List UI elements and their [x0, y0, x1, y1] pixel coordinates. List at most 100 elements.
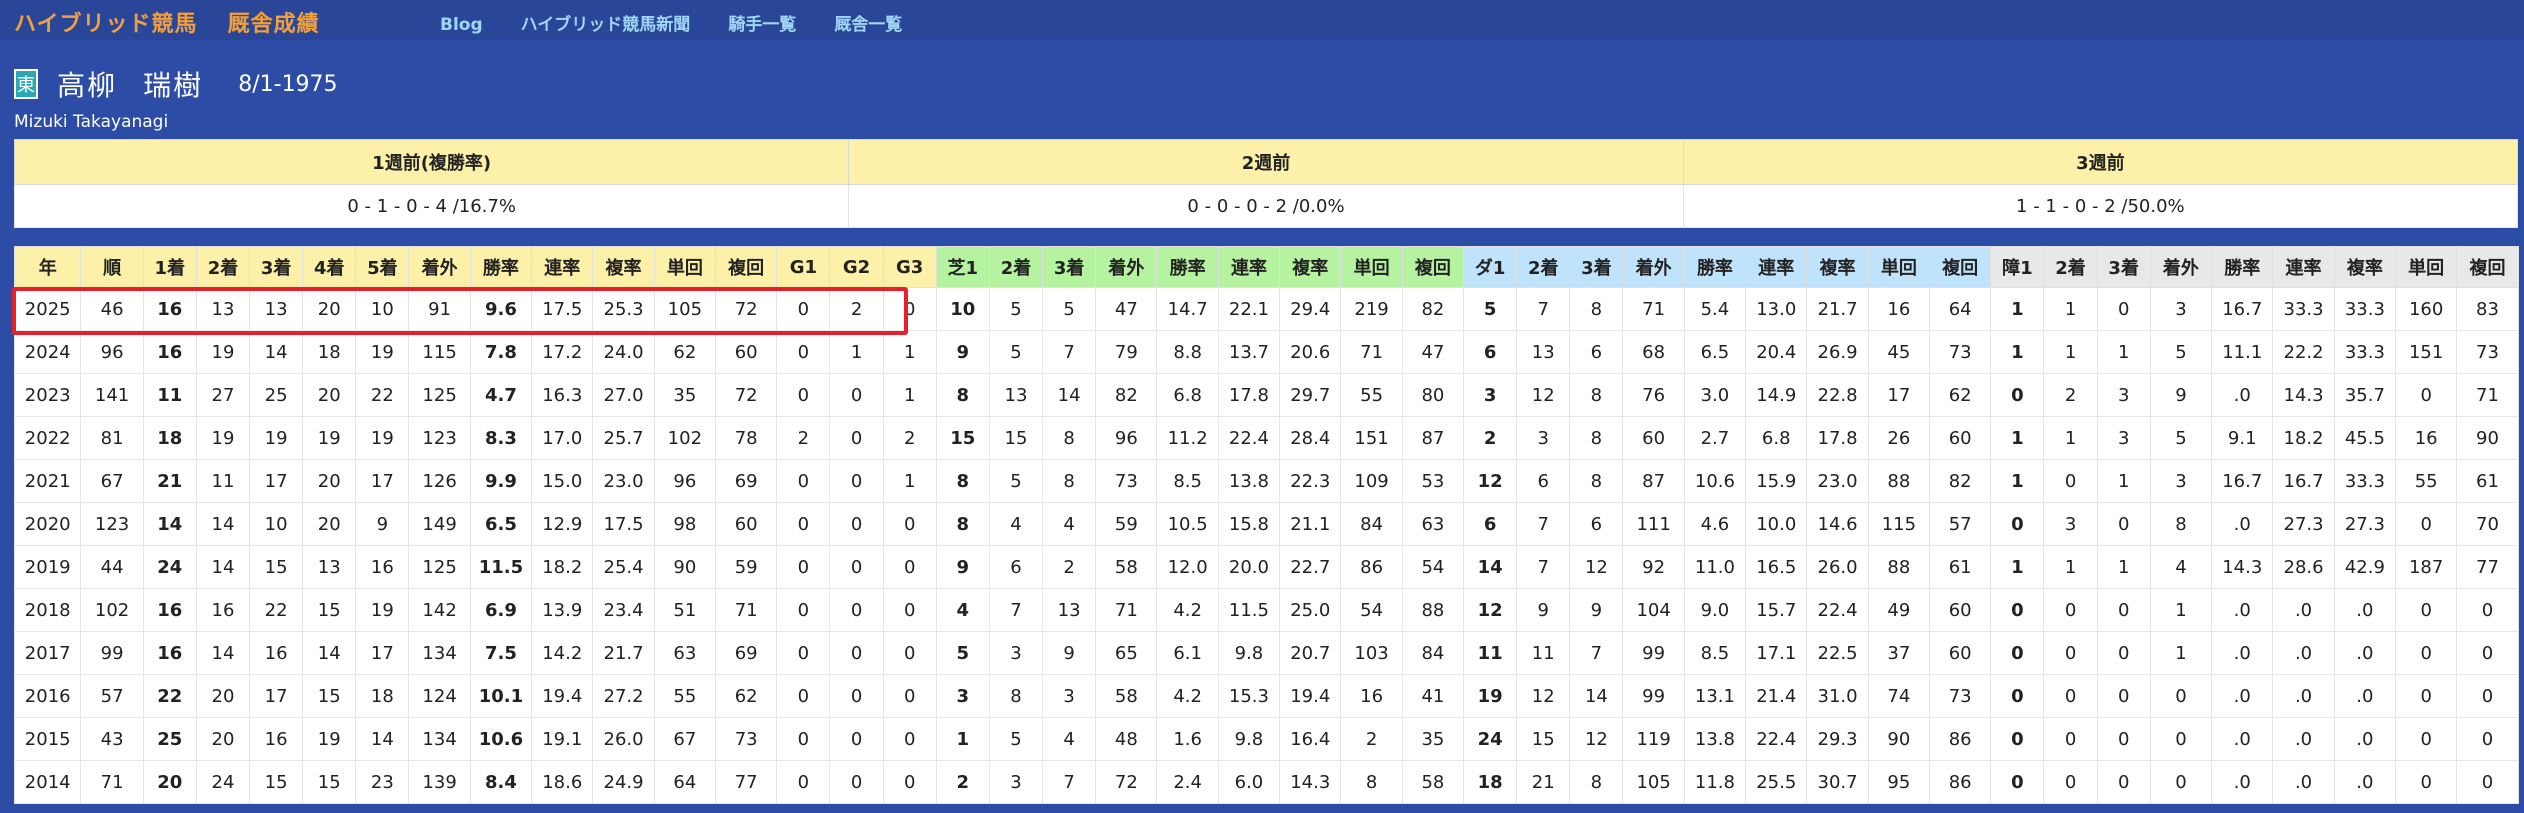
stat-cell: 35 — [1401, 717, 1465, 761]
stat-cell: 27.3 — [2272, 502, 2335, 546]
stat-cell: 27.3 — [2333, 502, 2397, 546]
stat-cell: 3 — [1516, 416, 1571, 460]
stat-cell: 8 — [1569, 760, 1624, 804]
stat-cell: 105 — [653, 287, 717, 331]
column-header: 連率 — [531, 246, 594, 288]
nav-jockey-list-link[interactable]: 騎手一覧 — [728, 15, 796, 35]
affiliation-badge: 東 — [14, 69, 38, 99]
stat-cell: 60 — [1622, 416, 1685, 460]
stat-cell: 8 — [1569, 287, 1624, 331]
stat-cell: 78 — [715, 416, 778, 460]
stat-cell: .0 — [2211, 760, 2274, 804]
stat-cell: 33.3 — [2272, 287, 2335, 331]
table-row: 2020 123 14 14 10 20 9 149 6.5 12.9 17.5 98 60 0 0 0 8 4 4… — [13, 502, 2519, 546]
stat-cell: 123 — [80, 502, 144, 546]
stat-cell: 72 — [715, 287, 778, 331]
stat-cell: 17.1 — [1745, 631, 1808, 675]
stat-cell: 8 — [988, 674, 1044, 718]
stat-cell: 18 — [1463, 760, 1518, 804]
stat-cell: 9 — [2149, 373, 2213, 417]
stat-cell: 12 — [1516, 373, 1571, 417]
table-row: 2022 81 18 19 19 19 19 123 8.3 17.0 25.7 102 78 2 0 2 15… — [13, 416, 2519, 460]
stat-cell: 13.8 — [1217, 459, 1281, 503]
stat-cell: 71 — [1095, 588, 1158, 632]
column-header: 2着 — [2043, 246, 2098, 288]
stat-cell: 18.6 — [531, 760, 594, 804]
stat-cell: 6 — [988, 545, 1044, 589]
stat-cell: 9.0 — [1683, 588, 1747, 632]
stat-cell: 23.0 — [592, 459, 655, 503]
top-navigation-bar: ハイブリッド競馬 厩舎成績 Blog ハイブリッド競馬新聞 騎手一覧 厩舎一覧 — [0, 0, 2524, 40]
stat-cell: .0 — [2211, 502, 2274, 546]
stat-cell: 14 — [195, 545, 251, 589]
column-header: 複回 — [1929, 246, 1992, 288]
stat-cell: 6 — [1463, 330, 1518, 374]
stat-cell: 27 — [195, 373, 251, 417]
stat-cell: 25 — [249, 373, 304, 417]
stat-cell: 18 — [302, 330, 357, 374]
stat-cell: 1 — [2149, 631, 2213, 675]
stat-cell: 51 — [653, 588, 717, 632]
stat-cell: 25.3 — [592, 287, 655, 331]
stat-cell: 5 — [1042, 287, 1097, 331]
stat-cell: 15.7 — [1745, 588, 1808, 632]
nav-newspaper-link[interactable]: ハイブリッド競馬新聞 — [521, 15, 691, 35]
table-row: 2019 44 24 14 15 13 16 125 11.5 18.2 25.4 90 59 0 0 0 9 6… — [13, 545, 2519, 589]
stat-cell: 18 — [355, 674, 410, 718]
column-header: 1着 — [142, 246, 197, 288]
stat-cell: 11 — [195, 459, 251, 503]
stat-cell: 19 — [355, 588, 410, 632]
site-subtitle[interactable]: 厩舎成績 — [228, 12, 320, 37]
stat-cell: 3 — [2149, 287, 2213, 331]
stat-cell: 11.2 — [1156, 416, 1219, 460]
stat-cell: 6.0 — [1217, 760, 1281, 804]
stat-cell: .0 — [2211, 588, 2274, 632]
stat-cell: 0 — [776, 459, 831, 503]
stat-cell: 96 — [653, 459, 717, 503]
stat-cell: 17 — [355, 459, 410, 503]
stat-cell: 0 — [829, 416, 884, 460]
column-header: 単回 — [2395, 246, 2458, 288]
stat-cell: 20 — [302, 287, 357, 331]
stat-cell: 88 — [1867, 545, 1931, 589]
column-header: 複率 — [1279, 246, 1342, 288]
stat-cell: 22.4 — [1745, 717, 1808, 761]
stat-cell: 16 — [142, 631, 197, 675]
stat-cell: 10 — [935, 287, 990, 331]
stat-cell: 13 — [302, 545, 357, 589]
table-row: 2021 67 21 11 17 20 17 126 9.9 15.0 23.0 96 69 0 0 1 8 5 8… — [13, 459, 2519, 503]
stat-cell: 14 — [1042, 373, 1097, 417]
stat-cell: 5 — [1463, 287, 1518, 331]
column-header: 勝率 — [2211, 246, 2274, 288]
stat-cell: 73 — [1929, 330, 1992, 374]
stat-cell: 9.1 — [2211, 416, 2274, 460]
nav-stable-list-link[interactable]: 厩舎一覧 — [834, 15, 902, 35]
stat-cell: .0 — [2333, 760, 2397, 804]
stat-cell: 87 — [1622, 459, 1685, 503]
stat-cell: 5 — [935, 631, 990, 675]
stat-cell: 19 — [195, 330, 251, 374]
nav-blog-link[interactable]: Blog — [440, 15, 483, 35]
stat-cell: 0 — [1990, 502, 2045, 546]
stat-cell: .0 — [2333, 588, 2397, 632]
stat-cell: 6.5 — [1683, 330, 1747, 374]
stat-cell: 88 — [1401, 588, 1465, 632]
stat-cell: 20.4 — [1745, 330, 1808, 374]
column-header: ダ1 — [1463, 246, 1518, 288]
stat-cell: 22.5 — [1806, 631, 1869, 675]
column-header: 勝率 — [1683, 246, 1747, 288]
stat-cell: .0 — [2272, 674, 2335, 718]
stat-cell: 0 — [2456, 717, 2519, 761]
stat-cell: 69 — [715, 459, 778, 503]
stat-cell: 17 — [355, 631, 410, 675]
stat-cell: 58 — [1401, 760, 1465, 804]
stat-cell: 4 — [2149, 545, 2213, 589]
site-title[interactable]: ハイブリッド競馬 — [14, 12, 198, 37]
stat-cell: 10.6 — [469, 717, 533, 761]
stat-cell: 16 — [2395, 416, 2458, 460]
site-brand[interactable]: ハイブリッド競馬 厩舎成績 — [14, 6, 320, 38]
stat-cell: 5.4 — [1683, 287, 1747, 331]
stat-cell: .0 — [2211, 674, 2274, 718]
stat-cell: 125 — [408, 545, 471, 589]
stat-cell: 46 — [80, 287, 144, 331]
